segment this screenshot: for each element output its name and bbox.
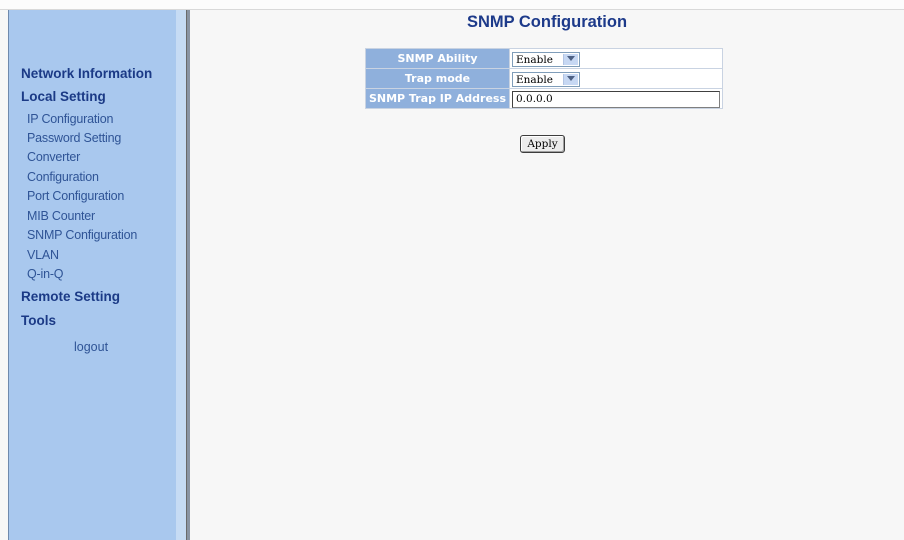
sidebar-item-local-setting[interactable]: Local Setting [21,89,106,104]
table-row: SNMP Ability Enable [365,48,723,69]
sidebar-item-network-information[interactable]: Network Information [21,66,152,81]
snmp-ability-label: SNMP Ability [365,48,510,69]
snmp-ability-select[interactable]: Enable [512,52,580,67]
chevron-down-icon[interactable] [563,54,578,65]
frame-divider[interactable] [186,10,190,540]
sidebar-item-snmp-configuration[interactable]: SNMP Configuration [27,228,137,242]
sidebar-item-configuration[interactable]: Configuration [27,170,99,184]
sidebar-item-tools[interactable]: Tools [21,313,56,328]
sidebar-item-vlan[interactable]: VLAN [27,248,59,262]
trap-mode-cell: Enable [509,68,723,89]
trap-mode-label: Trap mode [365,68,510,89]
sidebar: Network Information Local Setting IP Con… [8,10,177,540]
sidebar-item-q-in-q[interactable]: Q-in-Q [27,267,64,281]
sidebar-item-ip-configuration[interactable]: IP Configuration [27,112,113,126]
snmp-config-table: SNMP Ability Enable Trap mode Enable SNM… [365,48,723,109]
sidebar-item-converter[interactable]: Converter [27,150,80,164]
apply-button[interactable]: Apply [520,135,565,153]
sidebar-item-port-configuration[interactable]: Port Configuration [27,189,124,203]
trap-mode-select[interactable]: Enable [512,72,580,87]
sidebar-item-mib-counter[interactable]: MIB Counter [27,209,95,223]
chevron-down-icon[interactable] [563,74,578,85]
table-row: Trap mode Enable [365,68,723,89]
logout-link[interactable]: logout [74,340,108,354]
sidebar-item-remote-setting[interactable]: Remote Setting [21,289,120,304]
trap-ip-cell: 0.0.0.0 [509,88,723,109]
sidebar-item-password-setting[interactable]: Password Setting [27,131,121,145]
trap-ip-input[interactable]: 0.0.0.0 [512,91,720,108]
trap-mode-value: Enable [516,74,553,86]
sidebar-strip [176,10,186,540]
snmp-ability-cell: Enable [509,48,723,69]
trap-ip-label: SNMP Trap IP Address [365,88,510,109]
snmp-ability-value: Enable [516,54,553,66]
page-title: SNMP Configuration [466,13,628,31]
table-row: SNMP Trap IP Address 0.0.0.0 [365,88,723,109]
top-frame-edge [0,0,904,10]
